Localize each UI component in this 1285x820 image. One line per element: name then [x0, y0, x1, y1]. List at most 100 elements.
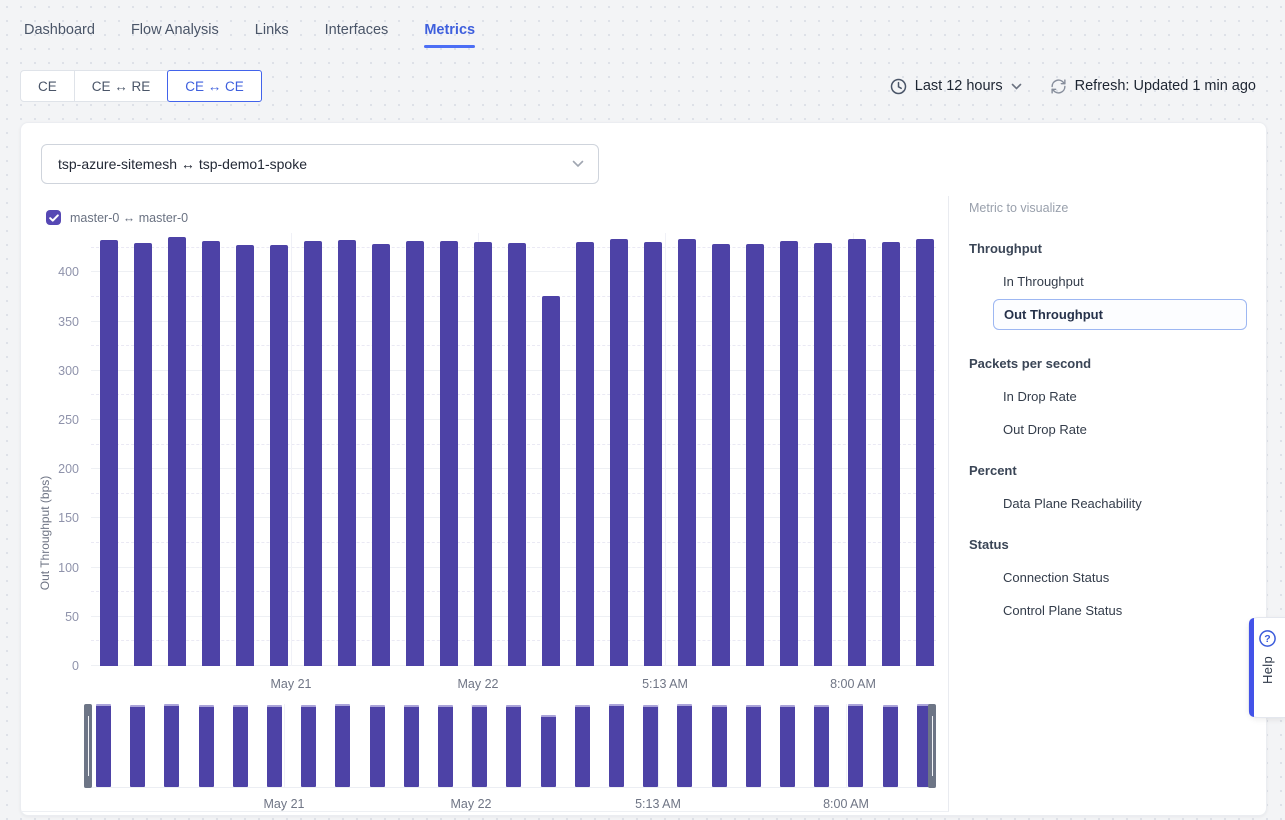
- bar[interactable]: [168, 237, 186, 666]
- refresh-control[interactable]: Refresh: Updated 1 min ago: [1050, 78, 1256, 95]
- metric-item-control-plane-status[interactable]: Control Plane Status: [969, 603, 1246, 618]
- overview-bar: [506, 705, 521, 787]
- bar[interactable]: [882, 242, 900, 666]
- overview-bar: [883, 705, 898, 787]
- x-tick-label: 5:13 AM: [635, 797, 681, 811]
- series-checkbox[interactable]: master-0 ↔ master-0: [46, 210, 188, 225]
- metrics-panel: tsp-azure-sitemesh ↔ tsp-demo1-spoke mas…: [20, 122, 1267, 816]
- metric-item-out-drop-rate[interactable]: Out Drop Rate: [969, 422, 1246, 437]
- metric-sidebar: Metric to visualize Throughput In Through…: [949, 196, 1266, 816]
- y-tick-label: 300: [58, 364, 79, 378]
- bar[interactable]: [814, 243, 832, 666]
- overview-bar: [746, 705, 761, 787]
- refresh-status-label: Refresh: Updated 1 min ago: [1075, 78, 1256, 94]
- bar[interactable]: [916, 239, 934, 666]
- overview-bar: [404, 705, 419, 787]
- overview-bar: [199, 705, 214, 787]
- overview-bar: [814, 705, 829, 787]
- x-axis-ticks: May 21May 225:13 AM8:00 AM: [91, 677, 936, 693]
- pair-select[interactable]: tsp-azure-sitemesh ↔ tsp-demo1-spoke: [41, 144, 599, 184]
- segment-ce-ce[interactable]: CE ↔ CE: [167, 70, 262, 102]
- bar[interactable]: [100, 240, 118, 666]
- overview-bar: [575, 705, 590, 787]
- overview-bar: [848, 704, 863, 787]
- metrics-page: Dashboard Flow Analysis Links Interfaces…: [0, 0, 1285, 820]
- help-circle-icon: ?: [1258, 629, 1277, 648]
- main-bar-chart[interactable]: [91, 233, 936, 666]
- y-tick-label: 350: [58, 315, 79, 329]
- bar[interactable]: [644, 242, 662, 666]
- bar[interactable]: [406, 241, 424, 666]
- metric-item-in-drop-rate[interactable]: In Drop Rate: [969, 389, 1246, 404]
- segment-ce[interactable]: CE: [20, 70, 75, 102]
- bar[interactable]: [474, 242, 492, 666]
- x-tick-label: May 22: [458, 677, 499, 691]
- overview-x-axis-ticks: May 21 May 22 5:13 AM 8:00 AM: [84, 797, 936, 813]
- bar[interactable]: [610, 239, 628, 666]
- y-tick-label: 100: [58, 561, 79, 575]
- nav-item-metrics[interactable]: Metrics: [424, 22, 475, 48]
- help-button[interactable]: ? Help: [1248, 617, 1285, 718]
- bar[interactable]: [746, 244, 764, 666]
- bar[interactable]: [712, 244, 730, 666]
- y-tick-label: 250: [58, 413, 79, 427]
- y-tick-label: 200: [58, 462, 79, 476]
- overview-brush-chart[interactable]: [84, 704, 936, 788]
- nav-item-links[interactable]: Links: [255, 22, 289, 48]
- bar[interactable]: [440, 241, 458, 666]
- chart-section: master-0 ↔ master-0 Out Throughput (bps)…: [21, 196, 949, 812]
- metric-groups: ThroughputIn ThroughputOut ThroughputPac…: [969, 241, 1246, 618]
- top-nav: Dashboard Flow Analysis Links Interfaces…: [24, 22, 475, 48]
- brush-handle-left[interactable]: [84, 704, 92, 788]
- y-tick-label: 150: [58, 511, 79, 525]
- bar[interactable]: [678, 239, 696, 666]
- gridline-vertical: [658, 704, 659, 787]
- bar[interactable]: [542, 296, 560, 666]
- help-label: Help: [1260, 656, 1275, 684]
- bar[interactable]: [134, 243, 152, 666]
- bar[interactable]: [372, 244, 390, 666]
- nav-item-flow-analysis[interactable]: Flow Analysis: [131, 22, 219, 48]
- x-tick-label: May 21: [264, 797, 305, 811]
- overview-bar: [301, 705, 316, 787]
- bar[interactable]: [780, 241, 798, 666]
- y-axis-ticks: 050100150200250300350400: [21, 233, 79, 666]
- bar[interactable]: [848, 239, 866, 666]
- bar[interactable]: [338, 240, 356, 666]
- bar[interactable]: [576, 242, 594, 666]
- metric-item-data-plane-reachability[interactable]: Data Plane Reachability: [969, 496, 1246, 511]
- gridline-vertical: [665, 233, 666, 666]
- metric-group-title: Throughput: [969, 241, 1246, 256]
- nav-item-interfaces[interactable]: Interfaces: [325, 22, 389, 48]
- scope-segmented-control: CE CE ↔ RE CE ↔ CE: [20, 70, 262, 102]
- segment-ce-re[interactable]: CE ↔ RE: [74, 70, 169, 102]
- metric-item-in-throughput[interactable]: In Throughput: [969, 274, 1246, 289]
- x-tick-label: May 21: [271, 677, 312, 691]
- sidebar-title: Metric to visualize: [969, 201, 1246, 215]
- x-tick-label: 5:13 AM: [642, 677, 688, 691]
- gridline-vertical: [846, 704, 847, 787]
- brush-handle-right[interactable]: [928, 704, 936, 788]
- svg-text:?: ?: [1264, 633, 1270, 645]
- bar[interactable]: [236, 245, 254, 666]
- x-tick-label: 8:00 AM: [823, 797, 869, 811]
- overview-bar: [335, 704, 350, 787]
- metric-item-connection-status[interactable]: Connection Status: [969, 570, 1246, 585]
- checkbox-checked-icon[interactable]: [46, 210, 61, 225]
- bar[interactable]: [202, 241, 220, 666]
- metric-group-title: Percent: [969, 463, 1246, 478]
- metric-group-title: Status: [969, 537, 1246, 552]
- nav-item-dashboard[interactable]: Dashboard: [24, 22, 95, 48]
- bar[interactable]: [304, 241, 322, 666]
- refresh-icon: [1050, 78, 1067, 95]
- bar[interactable]: [508, 243, 526, 666]
- clock-icon: [890, 78, 907, 95]
- overview-bar: [712, 705, 727, 787]
- bar[interactable]: [270, 245, 288, 666]
- time-range-label: Last 12 hours: [915, 78, 1003, 94]
- time-range-dropdown[interactable]: Last 12 hours: [890, 78, 1022, 95]
- metric-item-out-throughput[interactable]: Out Throughput: [993, 299, 1247, 330]
- x-tick-label: May 22: [451, 797, 492, 811]
- overview-bar: [780, 705, 795, 787]
- overview-bar: [541, 715, 556, 787]
